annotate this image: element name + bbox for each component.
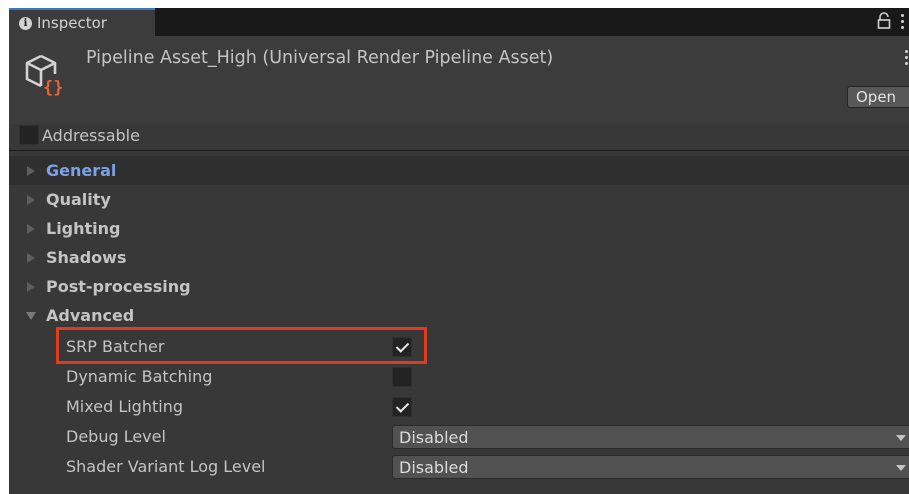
inspector-window: i Inspector {} Pipeline Asset_High (Univ…: [9, 8, 909, 494]
section-lighting[interactable]: Lighting: [9, 214, 909, 243]
section-label: Quality: [46, 190, 111, 209]
mixed-lighting-checkbox[interactable]: [392, 397, 412, 417]
chevron-down-icon: [896, 465, 906, 471]
kebab-menu-icon[interactable]: [899, 12, 905, 30]
section-advanced[interactable]: Advanced: [9, 301, 909, 330]
addressable-toggle[interactable]: Addressable: [19, 125, 140, 145]
mixed-lighting-row: Mixed Lighting: [9, 392, 909, 422]
section-label: Shadows: [46, 248, 127, 267]
section-label: Lighting: [46, 219, 121, 238]
mixed-lighting-label: Mixed Lighting: [66, 397, 183, 416]
tab-inspector[interactable]: i Inspector: [9, 8, 155, 36]
foldout-arrow-icon[interactable]: [24, 164, 38, 178]
section-label: General: [46, 161, 117, 180]
dynamic-batching-label: Dynamic Batching: [66, 367, 213, 386]
open-button[interactable]: Open: [847, 86, 909, 108]
debug-level-value: Disabled: [399, 427, 469, 447]
debug-level-dropdown[interactable]: Disabled: [392, 425, 909, 449]
foldout-arrow-icon[interactable]: [24, 251, 38, 265]
debug-level-row: Debug Level Disabled: [9, 422, 909, 452]
addressable-label: Addressable: [42, 125, 140, 145]
shader-variant-log-level-dropdown[interactable]: Disabled: [392, 455, 909, 479]
foldout-arrow-icon[interactable]: [24, 193, 38, 207]
srp-batcher-highlight-box: [56, 327, 427, 364]
section-post-processing[interactable]: Post-processing: [9, 272, 909, 301]
section-shadows[interactable]: Shadows: [9, 243, 909, 272]
tab-label: Inspector: [37, 14, 107, 32]
asset-title: Pipeline Asset_High (Universal Render Pi…: [86, 48, 554, 68]
debug-level-label: Debug Level: [66, 427, 166, 446]
tab-controls: [877, 12, 905, 30]
info-icon: i: [19, 16, 32, 30]
lock-icon[interactable]: [877, 12, 891, 30]
svg-text:{}: {}: [43, 78, 63, 96]
dynamic-batching-row: Dynamic Batching: [9, 362, 909, 392]
header-divider: [9, 150, 909, 151]
foldout-arrow-icon[interactable]: [24, 280, 38, 294]
dynamic-batching-checkbox[interactable]: [392, 367, 412, 387]
header-menu-icon[interactable]: [903, 48, 909, 66]
chevron-down-icon: [896, 435, 906, 441]
asset-header: {} Pipeline Asset_High (Universal Render…: [9, 36, 909, 145]
section-general[interactable]: General: [9, 156, 909, 185]
pipeline-asset-icon: {}: [25, 52, 65, 98]
shader-variant-log-level-row: Shader Variant Log Level Disabled: [9, 452, 909, 482]
foldout-arrow-expanded-icon[interactable]: [24, 309, 38, 323]
section-quality[interactable]: Quality: [9, 185, 909, 214]
addressable-checkbox[interactable]: [19, 125, 39, 145]
shader-variant-log-level-value: Disabled: [399, 457, 469, 477]
shader-variant-log-level-label: Shader Variant Log Level: [66, 457, 266, 476]
foldout-arrow-icon[interactable]: [24, 222, 38, 236]
section-label: Advanced: [46, 306, 135, 325]
section-label: Post-processing: [46, 277, 191, 296]
tab-bar: i Inspector: [9, 8, 909, 36]
